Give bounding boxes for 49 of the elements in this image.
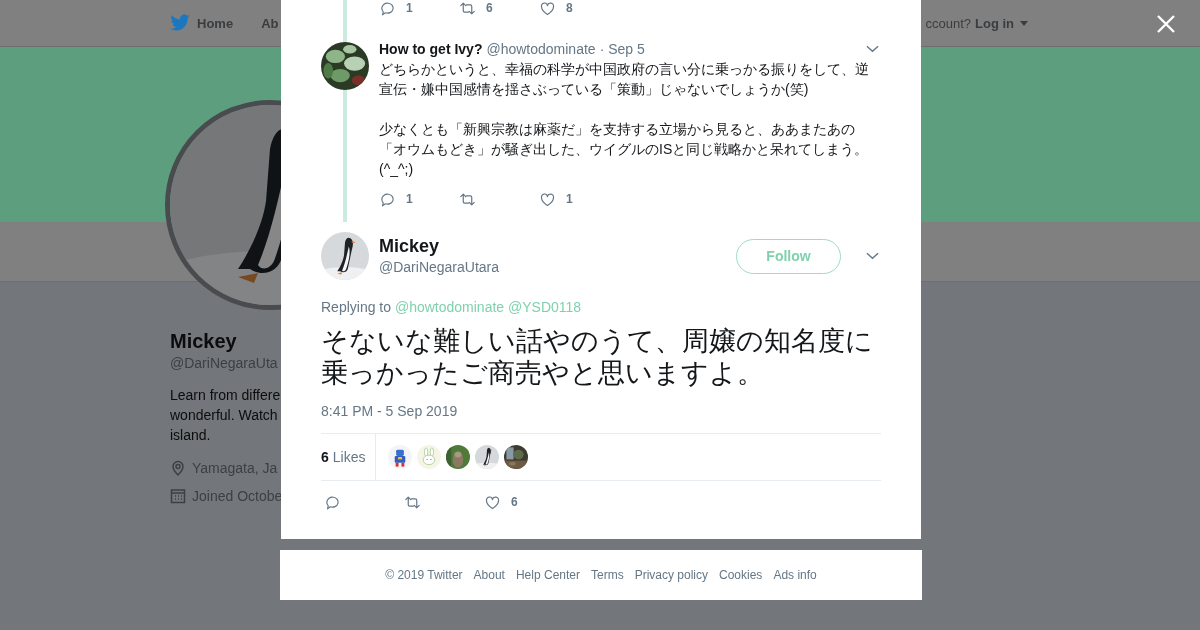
copyright-text: © 2019 Twitter <box>385 568 463 582</box>
retweet-button[interactable] <box>404 494 421 510</box>
footer-link[interactable]: Cookies <box>719 568 763 582</box>
author-handle[interactable]: @howtodominate <box>486 39 596 59</box>
chevron-down-icon[interactable] <box>866 252 879 260</box>
bio-text: island. <box>170 426 211 445</box>
profile-handle: @DariNegaraUta <box>170 354 278 373</box>
profile-name: Mickey <box>170 329 237 353</box>
author-handle[interactable]: @DariNegaraUtara <box>379 257 500 277</box>
tweet-timestamp: 8:41 PM - 5 Sep 2019 <box>321 402 459 421</box>
heart-icon <box>539 190 556 208</box>
joined-date: Joined Octobe <box>192 487 283 506</box>
author-name[interactable]: How to get Ivy? <box>379 39 483 59</box>
nav-link[interactable]: Ab <box>261 15 279 31</box>
location-pin-icon <box>170 460 186 476</box>
footer-link[interactable]: About <box>473 568 505 582</box>
account-prompt: ccount? <box>925 15 971 31</box>
bio-text: wonderful. Watch <box>170 406 278 425</box>
heart-icon <box>484 493 501 511</box>
footer-link[interactable]: Ads info <box>773 568 817 582</box>
footer-link[interactable]: Help Center <box>515 568 580 582</box>
chevron-down-icon[interactable] <box>866 45 879 53</box>
like-button[interactable]: 8 <box>539 0 573 16</box>
reply-icon <box>379 0 396 17</box>
reply-button[interactable] <box>324 494 341 510</box>
reply-button[interactable]: 1 <box>379 191 413 207</box>
location-text: Yamagata, Ja <box>192 459 278 478</box>
likes-count[interactable]: 6 <box>321 447 329 467</box>
replying-to-text: Replying to @howtodominate @YSD0118 <box>321 298 583 317</box>
caret-icon <box>1020 20 1028 26</box>
footer-link[interactable]: Privacy policy <box>634 568 708 582</box>
like-button[interactable]: 1 <box>539 191 573 207</box>
tweet-text: どちらかというと、幸福の科学が中国政府の言い分に乗っかる振りをして、逆宣伝・嫌中国感情を揺さぶっている「策動」じゃないでしょうか(笑) 少なくとも「新興宗教は麻薬だ」を支持する立場から見ると、ああまたあの「オウムもどき」が騒ぎ出した、ウイグルのISと同じ戦略かと呆れてしまう。(^_^;) <box>379 60 870 179</box>
like-button[interactable]: 6 <box>484 494 518 510</box>
nav-link[interactable]: Home <box>197 15 234 31</box>
likes-label[interactable]: Likes <box>332 447 366 467</box>
tweet-date[interactable]: · Sep 5 <box>599 39 645 59</box>
tweet-text: そないな難しい話やのうて、周嬢の知名度に乗っかったご商売やと思いますよ。 <box>321 325 874 389</box>
retweet-icon <box>459 0 476 17</box>
heart-icon <box>539 0 556 17</box>
retweet-button[interactable]: 6 <box>459 0 493 16</box>
close-icon[interactable] <box>1156 14 1176 34</box>
reply-button[interactable]: 1 <box>379 0 413 16</box>
login-link[interactable]: Log in <box>975 15 1014 31</box>
retweet-button[interactable] <box>459 191 476 207</box>
bio-text: Learn from differe <box>170 386 281 405</box>
calendar-icon <box>170 488 186 504</box>
footer-link[interactable]: Terms <box>591 568 624 582</box>
author-name[interactable]: Mickey <box>379 235 500 257</box>
